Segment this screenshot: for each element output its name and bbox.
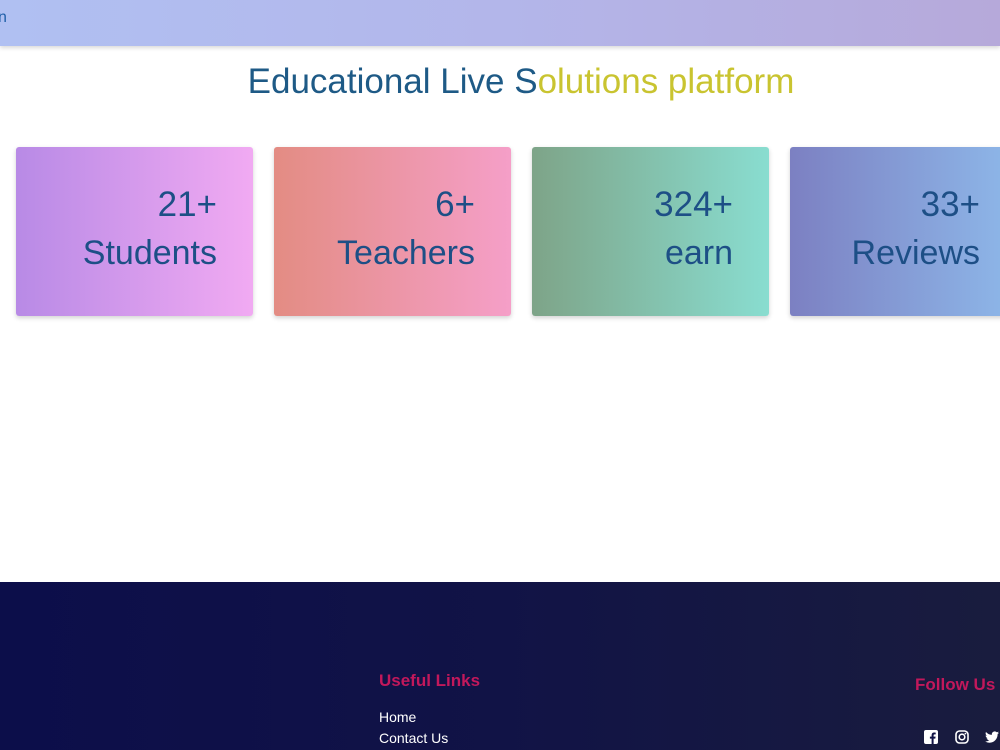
twitter-icon[interactable] [985,730,999,744]
site-footer: Useful Links Home Contact Us Follow Us [0,582,1000,750]
footer-link-home[interactable]: Home [379,709,416,725]
stat-label: Teachers [337,234,475,272]
heading-part-blue: Educational Live S [247,62,538,101]
follow-us-title: Follow Us [915,675,996,694]
stat-card-teachers: 6+ Teachers [274,147,511,316]
stat-value: 33+ [920,185,980,224]
stat-card-students: 21+ Students [16,147,253,316]
stat-value: 324+ [654,185,733,224]
navbar-brand-fragment[interactable]: n [0,9,7,27]
stat-value: 21+ [157,185,217,224]
stat-label: earn [664,234,733,272]
stat-label: Reviews [851,234,980,272]
page-heading: Educational Live Solutions platform [0,62,1000,102]
facebook-icon[interactable] [924,730,938,744]
stat-value: 6+ [435,185,475,224]
heading-part-yellow: olutions platform [537,62,795,101]
footer-link-contact[interactable]: Contact Us [379,730,448,746]
instagram-icon[interactable] [955,730,969,744]
useful-links-title: Useful Links [379,671,481,690]
stat-card-reviews: 33+ Reviews [790,147,1000,316]
stat-label: Students [82,234,217,272]
stat-card-earn: 324+ earn [532,147,769,316]
top-navbar: n [0,0,1000,46]
